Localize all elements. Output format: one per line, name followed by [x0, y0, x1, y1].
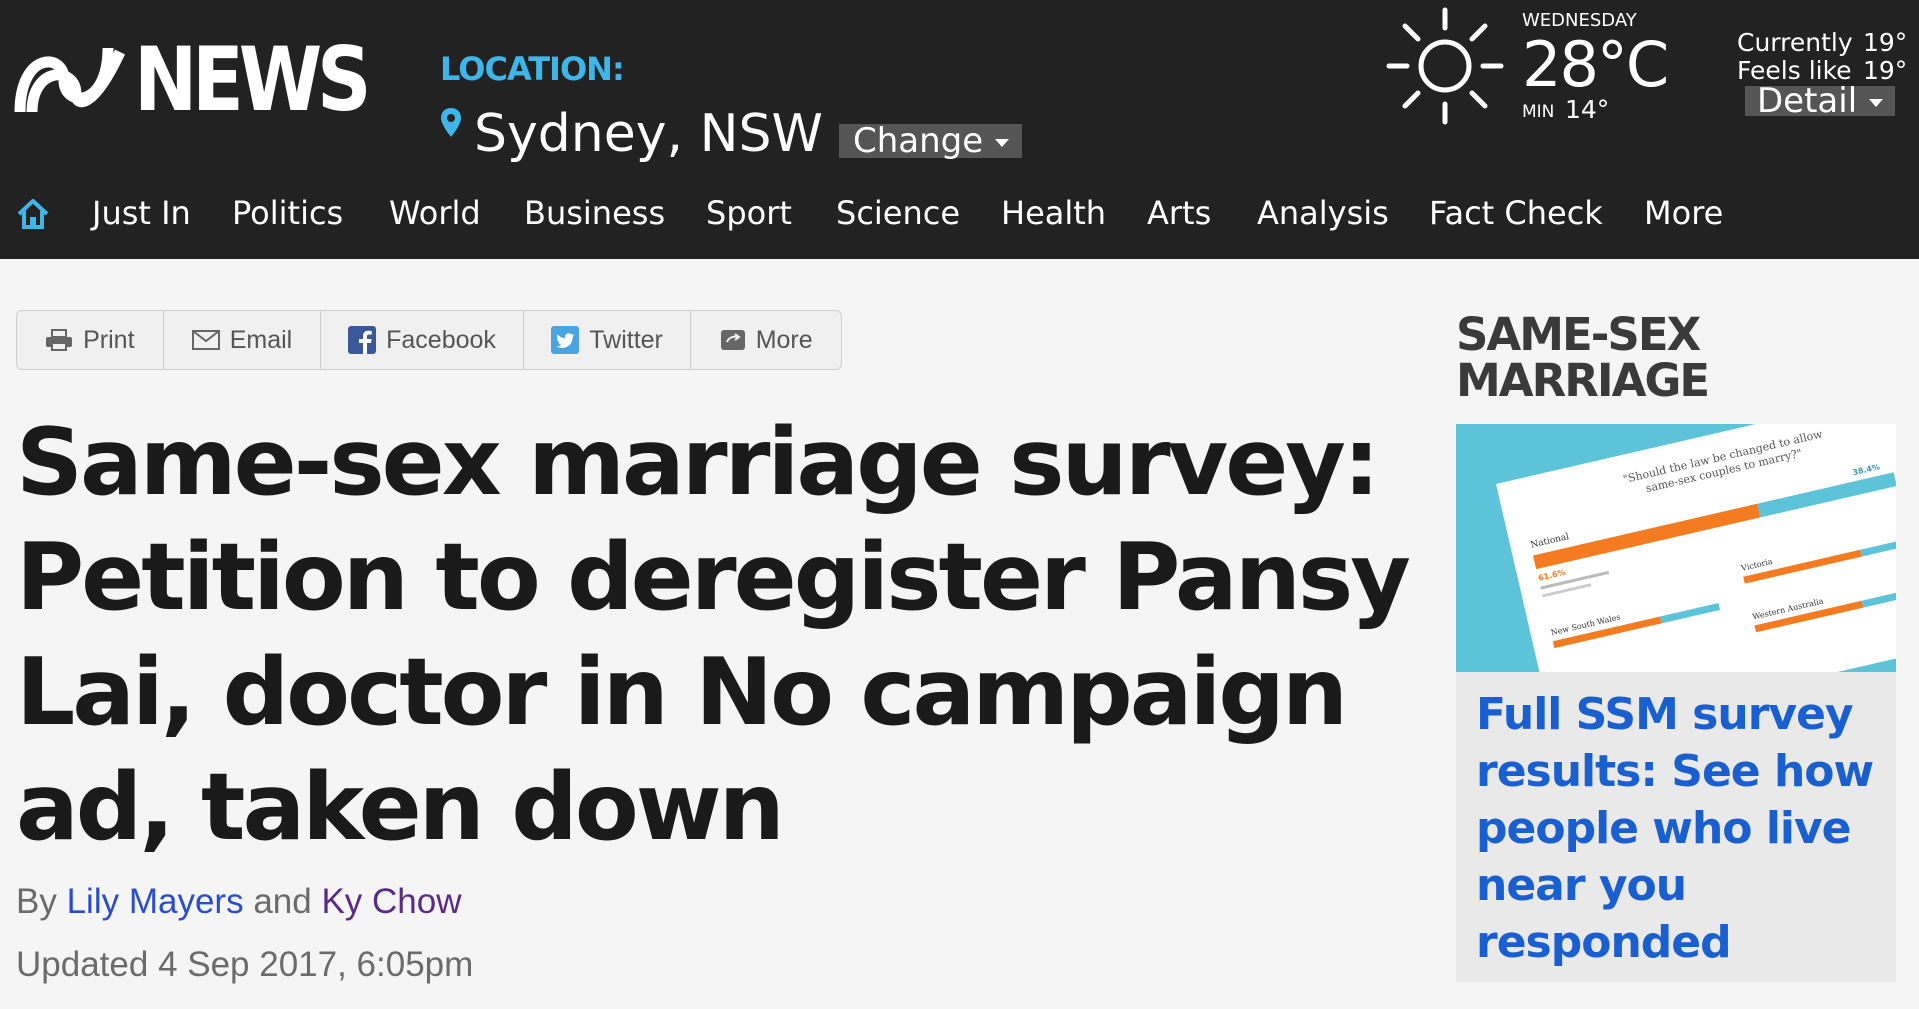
updated-timestamp: Updated 4 Sep 2017, 6:05pm: [16, 945, 473, 985]
nav-item-fact-check[interactable]: Fact Check: [1429, 194, 1603, 232]
survey-results-image[interactable]: "Should the law be changed to allow same…: [1456, 424, 1896, 672]
weather-feels-like-value: 19°: [1863, 56, 1908, 85]
byline: By Lily Mayers and Ky Chow: [16, 882, 462, 922]
sidebar-title: SAME-SEX MARRIAGE: [1456, 308, 1710, 407]
updated-value: 4 Sep 2017, 6:05pm: [158, 945, 474, 984]
nav-item-arts[interactable]: Arts: [1147, 194, 1211, 232]
email-label: Email: [229, 325, 293, 354]
nav-item-world[interactable]: World: [389, 194, 481, 232]
facebook-label: Facebook: [386, 325, 496, 354]
location-city: Sydney, NSW: [474, 104, 823, 164]
updated-label: Updated: [16, 945, 149, 984]
site-header: NEWS LOCATION: Sydney, NSW Change WEDNES…: [0, 0, 1919, 259]
location-label: LOCATION:: [440, 50, 625, 88]
map-pin-icon: [441, 108, 461, 137]
facebook-icon: [348, 326, 377, 354]
nav-item-just-in[interactable]: Just In: [92, 194, 191, 232]
share-more-icon: [720, 330, 745, 350]
twitter-label: Twitter: [589, 325, 663, 354]
weather-min-value: 14°: [1565, 95, 1610, 124]
author-link-lily-mayers[interactable]: Lily Mayers: [67, 882, 244, 921]
abc-logo-icon: [14, 47, 125, 113]
main-navigation: Just In Politics World Business Sport Sc…: [0, 190, 1919, 242]
more-share-button[interactable]: More: [691, 311, 841, 369]
envelope-icon: [191, 330, 220, 350]
sun-icon: [1386, 7, 1504, 125]
article-headline: Same-sex marriage survey: Petition to de…: [16, 408, 1411, 861]
more-label: More: [755, 325, 813, 354]
nav-item-business[interactable]: Business: [524, 194, 665, 232]
chevron-down-icon: [995, 138, 1010, 147]
weather-detail-button[interactable]: Detail: [1745, 84, 1895, 118]
nav-item-more[interactable]: More: [1644, 194, 1723, 232]
facebook-share-button[interactable]: Facebook: [321, 311, 524, 369]
email-button[interactable]: Email: [164, 311, 322, 369]
twitter-icon: [551, 326, 580, 354]
related-story-card[interactable]: "Should the law be changed to allow same…: [1456, 424, 1896, 982]
print-label: Print: [83, 325, 135, 354]
survey-chart-graphic: "Should the law be changed to allow same…: [1456, 424, 1896, 672]
news-wordmark: NEWS: [134, 28, 372, 131]
nav-item-politics[interactable]: Politics: [232, 194, 343, 232]
change-location-label: Change: [853, 121, 984, 161]
nav-item-analysis[interactable]: Analysis: [1257, 194, 1389, 232]
change-location-button[interactable]: Change: [839, 124, 1022, 158]
weather-min-label: MIN: [1522, 102, 1555, 122]
home-icon[interactable]: [15, 196, 51, 232]
related-story-link[interactable]: Full SSM survey results: See how people …: [1476, 686, 1886, 971]
weather-currently-value: 19°: [1863, 28, 1908, 57]
byline-and: and: [253, 882, 312, 921]
weather-detail-label: Detail: [1757, 81, 1858, 121]
byline-by: By: [16, 882, 57, 921]
nav-item-health[interactable]: Health: [1001, 194, 1106, 232]
share-toolbar: Print Email Facebook Twitter More: [16, 310, 842, 370]
chevron-down-icon: [1869, 98, 1884, 107]
weather-temperature: 28°C: [1522, 28, 1669, 101]
nav-item-science[interactable]: Science: [836, 194, 960, 232]
twitter-share-button[interactable]: Twitter: [524, 311, 692, 369]
printer-icon: [46, 329, 73, 351]
nav-item-sport[interactable]: Sport: [706, 194, 792, 232]
abc-news-logo[interactable]: NEWS: [14, 36, 404, 124]
author-link-ky-chow[interactable]: Ky Chow: [321, 882, 461, 921]
print-button[interactable]: Print: [17, 311, 164, 369]
weather-currently-label: Currently: [1737, 28, 1853, 57]
